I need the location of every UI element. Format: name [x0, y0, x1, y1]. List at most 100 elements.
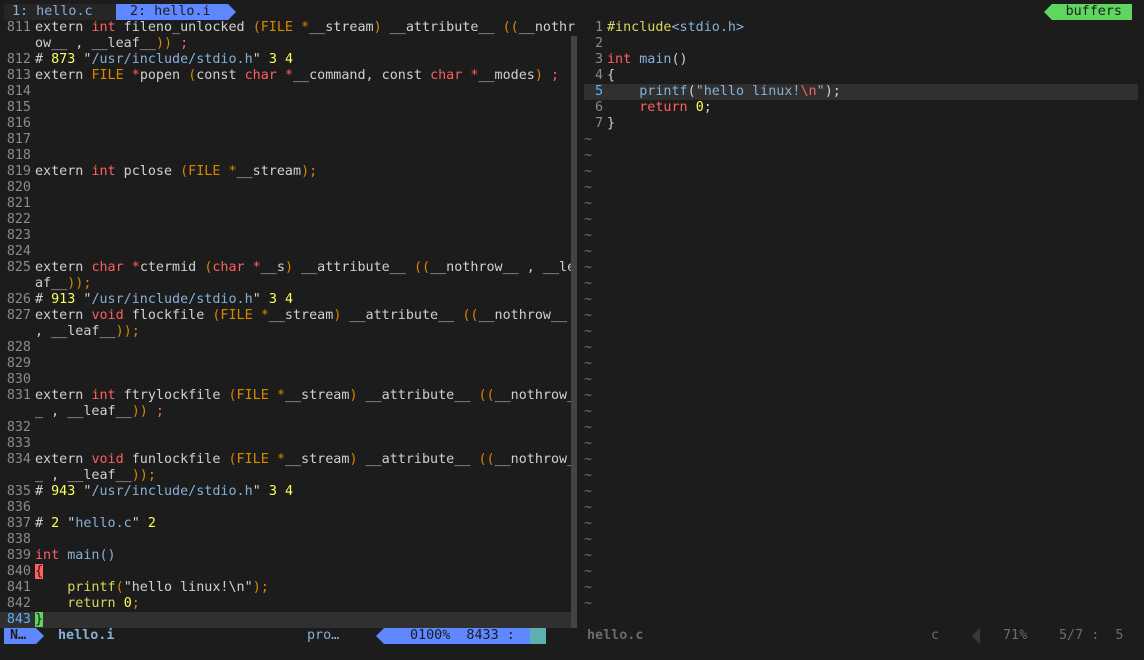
code-line[interactable]: , __leaf__)); [0, 324, 576, 340]
code-token: ; [147, 404, 164, 419]
statusline-column-marker [530, 628, 546, 644]
code-token: extern [35, 260, 92, 275]
code-line[interactable]: 841 printf("hello linux!\n"); [0, 580, 576, 596]
code-token: " [131, 516, 148, 531]
code-line[interactable]: 811 extern int fileno_unlocked (FILE *__s… [0, 20, 576, 36]
code-line[interactable]: af__)); [0, 276, 576, 292]
code-line[interactable]: 829 [0, 356, 576, 372]
code-token: (( [478, 452, 495, 467]
code-token: 4 [284, 484, 293, 499]
code-line[interactable]: 842 return 0; [0, 596, 576, 612]
empty-line-tilde: ~ [584, 548, 593, 563]
code-line[interactable]: 2 [584, 36, 1138, 52]
code-line[interactable]: 822 [0, 212, 576, 228]
code-line[interactable]: 839 int main() [0, 548, 576, 564]
empty-line-tilde: ~ [584, 228, 593, 243]
empty-line-tilde: ~ [584, 532, 593, 547]
code-line[interactable]: 836 [0, 500, 576, 516]
code-token: 2 [147, 516, 156, 531]
code-line[interactable]: 826 # 913 "/usr/include/stdio.h" 3 4 [0, 292, 576, 308]
code-line[interactable]: 820 [0, 180, 576, 196]
line-number: 840 [6, 564, 31, 579]
code-token: char [430, 68, 463, 83]
code-token: (( [502, 20, 519, 35]
line-number: 841 [6, 580, 31, 595]
code-token: ); [824, 84, 841, 99]
code-line[interactable]: 840 { [0, 564, 576, 580]
code-token: * [462, 68, 479, 83]
code-line[interactable]: _ , __leaf__)); [0, 468, 576, 484]
code-line[interactable]: 837 # 2 "hello.c" 2 [0, 516, 576, 532]
editor-pane-right[interactable]: 1 #include<stdio.h> 2 3 int main() 4{5 printf… [584, 20, 1138, 628]
empty-line-tilde: ~ [584, 484, 593, 499]
code-token: 3 [268, 52, 277, 67]
code-line[interactable]: 831 extern int ftrylockfile (FILE *__stre… [0, 388, 576, 404]
code-line[interactable]: _ , __leaf__)) ; [0, 404, 576, 420]
line-number: 822 [6, 212, 31, 227]
code-line[interactable]: 819 extern int pclose (FILE *__stream); [0, 164, 576, 180]
code-line[interactable]: 838 [0, 532, 576, 548]
code-line[interactable]: 834 extern void funlockfile (FILE *__stre… [0, 452, 576, 468]
command-line[interactable] [0, 644, 1144, 660]
code-token: __attribute__ [381, 20, 503, 35]
code-token: (FILE * [228, 388, 285, 403]
line-number: 830 [6, 372, 31, 387]
code-line[interactable]: 832 [0, 420, 576, 436]
code-line[interactable]: 843} [0, 612, 576, 628]
code-token: 4 [284, 52, 293, 67]
code-token: const [196, 68, 245, 83]
code-line[interactable]: 5 printf("hello linux!\n"); [584, 84, 1138, 100]
code-token: # [35, 292, 52, 307]
code-line[interactable]: 816 [0, 116, 576, 132]
code-token: __modes [478, 68, 535, 83]
code-line[interactable]: 817 [0, 132, 576, 148]
code-line[interactable]: 813 extern FILE *popen (const char *__com… [0, 68, 576, 84]
code-token: main() [59, 548, 116, 563]
empty-line-tilde: ~ [584, 468, 593, 483]
code-token: __stream [236, 164, 302, 179]
code-line[interactable]: 3 int main() [584, 52, 1138, 68]
code-token: ); [252, 580, 269, 595]
code-line[interactable]: 7} [584, 116, 1138, 132]
code-token: __nothrow_ [494, 388, 576, 403]
line-number: 817 [6, 132, 31, 147]
code-token: fileno_unlocked [115, 20, 253, 35]
code-line[interactable]: 833 [0, 436, 576, 452]
line-number: 811 [6, 20, 31, 35]
statusline-filetype: pro… [307, 628, 340, 643]
code-line[interactable]: 818 [0, 148, 576, 164]
code-line[interactable]: 835 # 943 "/usr/include/stdio.h" 3 4 [0, 484, 576, 500]
code-line[interactable]: 827 extern void flockfile (FILE *__stream… [0, 308, 576, 324]
code-line[interactable]: 823 [0, 228, 576, 244]
code-token: int [607, 52, 632, 67]
code-line[interactable]: 815 [0, 100, 576, 116]
code-line[interactable]: 821 [0, 196, 576, 212]
code-line[interactable]: 812 # 873 "/usr/include/stdio.h" 3 4 [0, 52, 576, 68]
code-token: char [244, 68, 277, 83]
statusline: N… hello.i pro… 0100% 8433 : 1 hello.c c… [0, 628, 1144, 644]
tab-hello-c[interactable]: 1: hello.c [4, 4, 116, 20]
code-token: /usr/include/stdio.h [91, 52, 253, 67]
code-line[interactable]: ow__ , __leaf__)) ; [0, 36, 576, 52]
code-token: extern [35, 388, 92, 403]
code-line[interactable]: 4{ [584, 68, 1138, 84]
code-line[interactable]: 1 #include<stdio.h> [584, 20, 1138, 36]
empty-line-tilde: ~ [584, 164, 593, 179]
code-line[interactable]: 824 [0, 244, 576, 260]
code-line[interactable]: 6 return 0; [584, 100, 1138, 116]
code-line[interactable]: 814 [0, 84, 576, 100]
line-number: 816 [6, 116, 31, 131]
line-number: 4 [594, 68, 603, 83]
code-line[interactable]: 830 [0, 372, 576, 388]
empty-line-tilde: ~ [584, 244, 593, 259]
scrollbar[interactable] [571, 36, 577, 628]
code-line[interactable]: 828 [0, 340, 576, 356]
code-token: 2 [51, 516, 60, 531]
editor-pane-left[interactable]: 811 extern int fileno_unlocked (FILE *__s… [0, 20, 576, 628]
code-token: __stream [284, 388, 350, 403]
code-token: ; [131, 596, 140, 611]
tab-hello-i[interactable]: 2: hello.i [116, 4, 236, 20]
code-line[interactable]: 825 extern char *ctermid (char *__s) __at… [0, 260, 576, 276]
code-token: * [123, 68, 140, 83]
